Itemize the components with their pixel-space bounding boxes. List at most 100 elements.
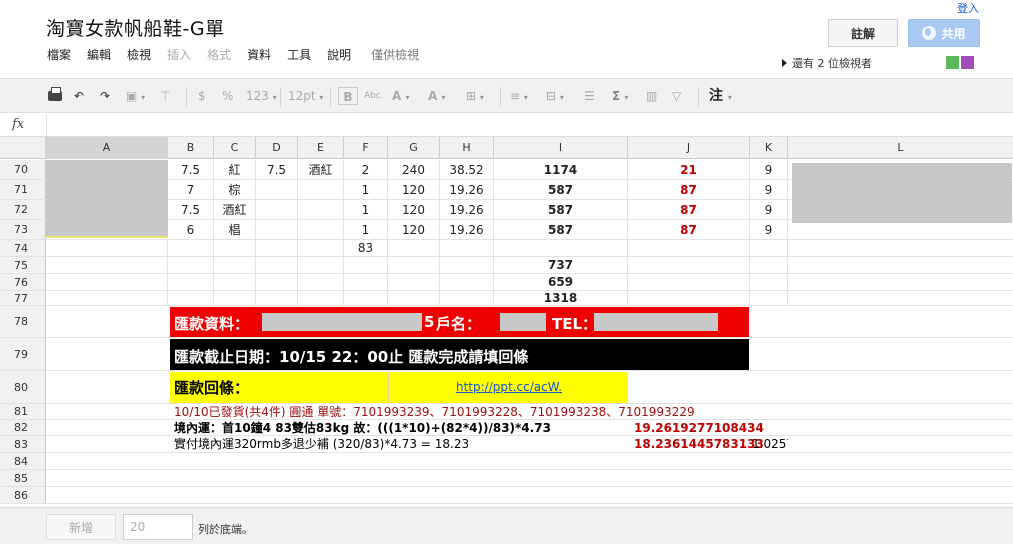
reply-form-link[interactable]: http://ppt.cc/acW. xyxy=(456,380,562,394)
cell-h[interactable]: 19.26 xyxy=(440,220,494,239)
cell-c[interactable] xyxy=(214,257,256,273)
cell-j[interactable]: 87 xyxy=(628,220,750,239)
clipboard-icon[interactable]: ▣ ▾ xyxy=(126,87,145,105)
cell-e[interactable] xyxy=(298,220,344,239)
cell-e[interactable] xyxy=(298,274,344,290)
cell-a[interactable] xyxy=(46,274,168,290)
cell-g[interactable]: 120 xyxy=(388,180,440,199)
cell-k[interactable]: 9 xyxy=(750,200,788,219)
rows-count-input[interactable] xyxy=(123,514,193,540)
text-color-button[interactable]: A ▾ xyxy=(392,87,410,105)
cell-b[interactable] xyxy=(168,257,214,273)
cell-k[interactable]: 9 xyxy=(750,160,788,179)
row-header[interactable]: 79 xyxy=(0,338,46,370)
menu-format[interactable]: 格式 xyxy=(207,46,231,63)
menu-edit[interactable]: 編輯 xyxy=(87,46,111,63)
domestic-shipping-value[interactable]: 19.2619277108434 xyxy=(634,420,764,436)
cell-g[interactable]: 120 xyxy=(388,200,440,219)
cell-d[interactable] xyxy=(256,220,298,239)
cell-a[interactable] xyxy=(46,240,168,256)
cell-b[interactable]: 6 xyxy=(168,220,214,239)
cell-i[interactable] xyxy=(494,240,628,256)
cell-a[interactable] xyxy=(46,291,168,305)
cell-k[interactable] xyxy=(750,291,788,305)
row-header[interactable]: 82 xyxy=(0,420,46,435)
cell-i[interactable]: 587 xyxy=(494,200,628,219)
row-header[interactable]: 83 xyxy=(0,436,46,452)
menu-insert[interactable]: 插入 xyxy=(167,46,191,63)
cell-f[interactable] xyxy=(344,274,388,290)
cell-d[interactable] xyxy=(256,291,298,305)
chart-icon[interactable]: ▥ xyxy=(646,87,657,105)
refund-value[interactable]: 18.2361445783133 xyxy=(634,436,764,453)
undo-icon[interactable]: ↶ xyxy=(74,87,84,105)
cell-k[interactable] xyxy=(750,240,788,256)
cell-d[interactable] xyxy=(256,274,298,290)
cell-j[interactable]: 21 xyxy=(628,160,750,179)
cell-j[interactable] xyxy=(628,291,750,305)
cell-d[interactable] xyxy=(256,257,298,273)
cell-g[interactable] xyxy=(388,274,440,290)
row-header[interactable]: 81 xyxy=(0,404,46,419)
cell-i[interactable]: 587 xyxy=(494,220,628,239)
cell-g[interactable]: 120 xyxy=(388,220,440,239)
cell-j[interactable] xyxy=(628,274,750,290)
ratio-value[interactable]: 1.0257 xyxy=(752,436,788,453)
cell-b[interactable] xyxy=(168,274,214,290)
corner-cell[interactable] xyxy=(0,137,46,159)
column-header-f[interactable]: F xyxy=(344,137,388,159)
column-header-j[interactable]: J xyxy=(628,137,750,159)
number-format-button[interactable]: 123 ▾ xyxy=(246,87,277,105)
filter-icon[interactable]: ▽ xyxy=(672,87,681,105)
add-rows-button[interactable]: 新增 xyxy=(46,514,116,540)
cell-e[interactable] xyxy=(298,180,344,199)
merge-cells-icon[interactable]: ⊟ ▾ xyxy=(546,87,564,105)
row-header[interactable]: 80 xyxy=(0,371,46,403)
viewer-avatar-purple[interactable] xyxy=(961,56,974,69)
cell-e[interactable] xyxy=(298,240,344,256)
row-header[interactable]: 75 xyxy=(0,257,46,273)
cell-a[interactable] xyxy=(46,257,168,273)
redo-icon[interactable]: ↷ xyxy=(100,87,110,105)
cell-e[interactable]: 酒紅 xyxy=(298,160,344,179)
row-header[interactable]: 71 xyxy=(0,180,46,199)
percent-format-icon[interactable]: % xyxy=(222,87,233,105)
row-header[interactable]: 78 xyxy=(0,306,46,337)
menu-file[interactable]: 檔案 xyxy=(47,46,71,63)
column-header-g[interactable]: G xyxy=(388,137,440,159)
formula-input[interactable] xyxy=(46,115,1006,135)
cell-f[interactable]: 1 xyxy=(344,220,388,239)
font-size-select[interactable]: 12pt ▾ xyxy=(288,87,323,105)
row-header[interactable]: 72 xyxy=(0,200,46,219)
cell-f[interactable]: 1 xyxy=(344,200,388,219)
column-header-b[interactable]: B xyxy=(168,137,214,159)
cell-e[interactable] xyxy=(298,200,344,219)
menu-tools[interactable]: 工具 xyxy=(287,46,311,63)
menu-view[interactable]: 檢視 xyxy=(127,46,151,63)
row-header[interactable]: 70 xyxy=(0,160,46,179)
cell-b[interactable]: 7.5 xyxy=(168,160,214,179)
paint-format-icon[interactable]: ⊤ xyxy=(160,87,170,105)
currency-format-icon[interactable]: $ xyxy=(198,87,206,105)
document-title[interactable]: 淘寶女款帆船鞋-G單 xyxy=(46,14,225,41)
column-header-l[interactable]: L xyxy=(788,137,1013,159)
cell-h[interactable]: 19.26 xyxy=(440,180,494,199)
login-link[interactable]: 登入 xyxy=(957,0,979,16)
cell-h[interactable] xyxy=(440,274,494,290)
comments-button[interactable]: 註解 xyxy=(828,19,898,47)
menu-data[interactable]: 資料 xyxy=(247,46,271,63)
column-header-a[interactable]: A xyxy=(46,137,168,159)
cell-j[interactable] xyxy=(628,240,750,256)
cell-g[interactable]: 240 xyxy=(388,160,440,179)
cell-b[interactable]: 7 xyxy=(168,180,214,199)
cell-c[interactable]: 椙 xyxy=(214,220,256,239)
cell-i[interactable]: 587 xyxy=(494,180,628,199)
cell-d[interactable] xyxy=(256,200,298,219)
cell-e[interactable] xyxy=(298,257,344,273)
strikethrough-button[interactable]: Abc xyxy=(364,87,381,105)
cell-k[interactable] xyxy=(750,257,788,273)
cell-f[interactable] xyxy=(344,291,388,305)
cell-c[interactable] xyxy=(214,274,256,290)
cell-j[interactable]: 87 xyxy=(628,180,750,199)
row-header[interactable]: 76 xyxy=(0,274,46,290)
